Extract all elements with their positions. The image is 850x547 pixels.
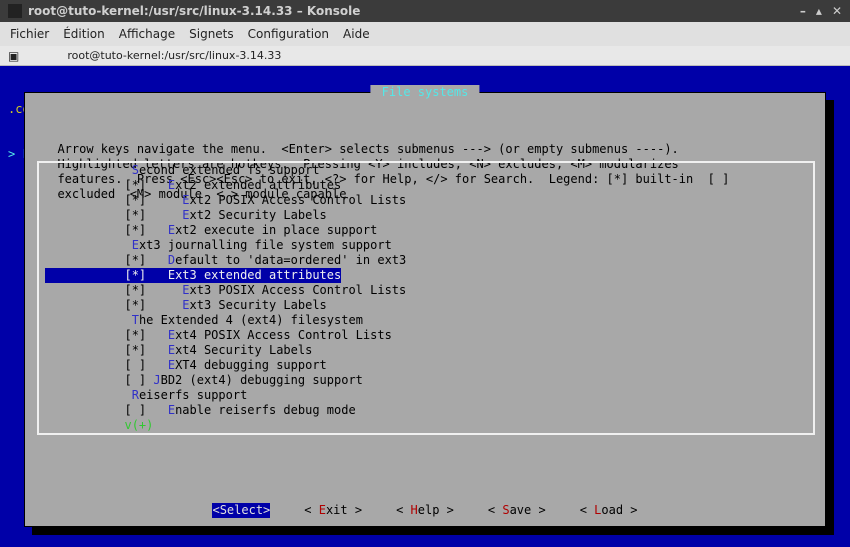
menu-item[interactable]: The Extended 4 (ext4) filesystem — [45, 313, 807, 328]
menu-item[interactable]: [*] Ext2 execute in place support — [45, 223, 807, 238]
scroll-down-indicator: v(+) — [45, 418, 807, 433]
menu-item-fichier[interactable]: Fichier — [10, 27, 49, 41]
new-tab-icon[interactable]: ▣ — [8, 50, 19, 62]
menu-item[interactable]: [*] Ext2 extended attributes — [45, 178, 807, 193]
menu-item[interactable]: [*] Ext4 Security Labels — [45, 343, 807, 358]
maximize-icon[interactable]: ▴ — [816, 4, 822, 18]
menu-item[interactable]: [*] Default to 'data=ordered' in ext3 — [45, 253, 807, 268]
minimize-icon[interactable]: – — [800, 4, 806, 18]
menu-item-configuration[interactable]: Configuration — [248, 27, 329, 41]
button-help[interactable]: < Help > — [396, 503, 454, 518]
menu-item[interactable]: [*] Ext3 Security Labels — [45, 298, 807, 313]
menu-item-édition[interactable]: Édition — [63, 27, 105, 41]
menu-item-signets[interactable]: Signets — [189, 27, 234, 41]
button-exit[interactable]: < Exit > — [304, 503, 362, 518]
close-icon[interactable]: ✕ — [832, 4, 842, 18]
menu-item-affichage[interactable]: Affichage — [119, 27, 175, 41]
button-load[interactable]: < Load > — [580, 503, 638, 518]
menu-item[interactable]: [*] Ext3 extended attributes — [45, 268, 341, 283]
menu-item[interactable]: [*] Ext2 Security Labels — [45, 208, 807, 223]
terminal-area[interactable]: .config - Linux/x86 3.14.33 Kernel Confi… — [0, 66, 850, 547]
menuconfig-dialog: File systems Arrow keys navigate the men… — [24, 92, 826, 527]
tab-label[interactable]: root@tuto-kernel:/usr/src/linux-3.14.33 — [67, 49, 281, 62]
menu-item[interactable]: [ ] Enable reiserfs debug mode — [45, 403, 807, 418]
menu-item[interactable]: [ ] EXT4 debugging support — [45, 358, 807, 373]
window-title: root@tuto-kernel:/usr/src/linux-3.14.33 … — [28, 4, 800, 18]
menu-item[interactable]: [*] Ext3 POSIX Access Control Lists — [45, 283, 807, 298]
menu-item[interactable]: [*] Ext2 POSIX Access Control Lists — [45, 193, 807, 208]
menubar: Fichier Édition Affichage Signets Configurat… — [0, 22, 850, 46]
menu-item[interactable]: Ext3 journalling file system support — [45, 238, 807, 253]
window-titlebar: root@tuto-kernel:/usr/src/linux-3.14.33 … — [0, 0, 850, 22]
menu-list[interactable]: Second extended fs support [*] Ext2 exte… — [37, 161, 815, 435]
button-select[interactable]: <Select> — [212, 503, 270, 518]
menu-item-aide[interactable]: Aide — [343, 27, 370, 41]
tab-bar: ▣ root@tuto-kernel:/usr/src/linux-3.14.3… — [0, 46, 850, 66]
menu-item[interactable]: [ ] JBD2 (ext4) debugging support — [45, 373, 807, 388]
button-save[interactable]: < Save > — [488, 503, 546, 518]
menu-item[interactable]: Second extended fs support — [45, 163, 807, 178]
dialog-title: File systems — [370, 85, 479, 100]
button-bar: <Select> < Exit > < Help > < Save > < Load > — [25, 503, 825, 518]
app-icon — [8, 4, 22, 18]
menu-item[interactable]: [*] Ext4 POSIX Access Control Lists — [45, 328, 807, 343]
menu-item[interactable]: Reiserfs support — [45, 388, 807, 403]
